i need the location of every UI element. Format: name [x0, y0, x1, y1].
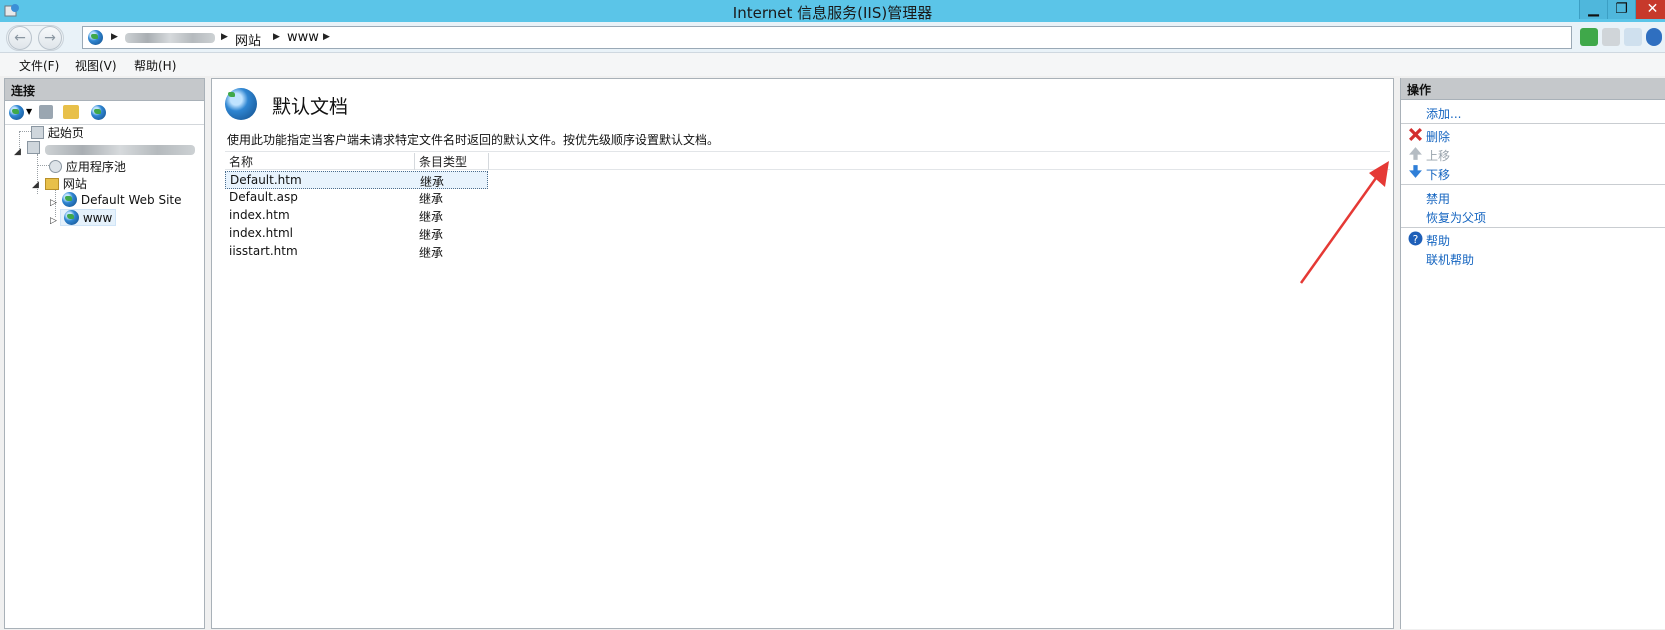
site-globe-icon	[64, 210, 79, 225]
list-item[interactable]: index.htm 继承	[225, 207, 488, 225]
divider	[1401, 123, 1665, 124]
divider	[1401, 227, 1665, 228]
tree-server-node[interactable]	[27, 141, 195, 155]
chevron-down-icon[interactable]: ▼	[26, 107, 32, 116]
action-help[interactable]: 帮助	[1426, 232, 1450, 249]
default-document-globe-icon	[225, 88, 257, 120]
menu-file[interactable]: 文件(F)	[19, 57, 59, 74]
tree-sites[interactable]: 网站	[45, 175, 87, 192]
connections-toolbar: ▼	[5, 101, 204, 125]
breadcrumb-arrow-icon[interactable]: ▶	[221, 32, 228, 42]
row-name: Default.asp	[229, 190, 298, 204]
action-remove[interactable]: 删除	[1426, 128, 1450, 145]
tree-start-page[interactable]: 起始页	[31, 124, 84, 141]
column-header-name[interactable]: 名称	[225, 153, 415, 170]
disconnect-icon[interactable]	[91, 105, 106, 120]
divider	[1401, 184, 1665, 185]
svg-text:?: ?	[1413, 233, 1419, 246]
tree-connector	[19, 131, 31, 132]
start-page-icon	[31, 126, 44, 139]
address-field[interactable]: ▶ ▶ 网站 ▶ www ▶	[82, 26, 1572, 49]
menu-bar: 文件(F) 视图(V) 帮助(H)	[0, 53, 1665, 76]
home-icon[interactable]	[1624, 28, 1642, 46]
save-icon[interactable]	[39, 105, 53, 119]
action-disable[interactable]: 禁用	[1426, 190, 1450, 207]
feature-description: 使用此功能指定当客户端未请求特定文件名时返回的默认文件。按优先级顺序设置默认文档…	[227, 133, 720, 147]
list-item[interactable]: Default.asp 继承	[225, 189, 488, 207]
annotation-arrow	[1299, 161, 1389, 284]
list-item[interactable]: index.html 继承	[225, 225, 488, 243]
row-name: iisstart.htm	[229, 244, 298, 258]
server-icon	[27, 141, 40, 154]
minimize-button[interactable]: ▁	[1579, 0, 1607, 19]
forward-button[interactable]: →	[38, 26, 62, 50]
help-icon: ?	[1408, 231, 1423, 246]
restore-button[interactable]: ❐	[1607, 0, 1635, 19]
breadcrumb-www[interactable]: www	[287, 30, 319, 45]
connections-pane: 连接 ▼ 起始页 ◢ 应用程序池 ◢ 网站 ▷ Default Web Site…	[4, 78, 205, 629]
close-button[interactable]: ✕	[1635, 0, 1665, 19]
server-name-redacted	[45, 145, 195, 155]
row-type: 继承	[419, 210, 444, 224]
stop-icon[interactable]	[1602, 28, 1620, 46]
menu-help[interactable]: 帮助(H)	[134, 57, 176, 74]
action-revert-to-parent[interactable]: 恢复为父项	[1426, 209, 1486, 226]
server-name-redacted[interactable]	[125, 33, 215, 43]
globe-icon	[88, 30, 103, 45]
row-type: 继承	[419, 246, 444, 260]
move-down-icon	[1409, 165, 1422, 178]
page-title: 默认文档	[272, 96, 349, 118]
row-type: 继承	[420, 175, 445, 189]
move-up-icon	[1409, 147, 1422, 160]
action-move-down[interactable]: 下移	[1426, 166, 1450, 183]
row-name: index.htm	[229, 208, 290, 222]
action-add[interactable]: 添加...	[1426, 105, 1461, 122]
actions-pane: 操作 添加... 删除 上移 下移 禁用 恢复为父项 ? 帮助 联机帮助	[1400, 78, 1665, 629]
tree-default-web-site[interactable]: Default Web Site	[62, 192, 182, 207]
sites-folder-icon	[45, 178, 59, 190]
refresh-icon[interactable]	[1580, 28, 1598, 46]
breadcrumb-arrow-icon[interactable]: ▶	[111, 32, 118, 42]
action-move-up[interactable]: 上移	[1426, 147, 1450, 164]
row-name: index.html	[229, 226, 293, 240]
column-header-entry-type[interactable]: 条目类型	[415, 153, 489, 170]
connect-icon[interactable]	[9, 105, 24, 120]
menu-view[interactable]: 视图(V)	[75, 57, 117, 74]
folder-up-icon[interactable]	[63, 105, 79, 119]
row-name: Default.htm	[230, 173, 302, 187]
expand-arrow-icon[interactable]: ▷	[50, 216, 57, 226]
delete-icon	[1409, 128, 1422, 141]
tree-connector	[37, 165, 49, 166]
connections-header: 连接	[5, 79, 204, 101]
address-bar: ← → ▶ ▶ 网站 ▶ www ▶	[0, 22, 1665, 53]
row-type: 继承	[419, 228, 444, 242]
tree-app-pools[interactable]: 应用程序池	[49, 158, 126, 175]
breadcrumb-sites[interactable]: 网站	[235, 30, 261, 49]
actions-header: 操作	[1401, 78, 1665, 100]
action-online-help[interactable]: 联机帮助	[1426, 251, 1474, 268]
row-type: 继承	[419, 192, 444, 206]
back-button[interactable]: ←	[8, 26, 32, 50]
expand-arrow-icon[interactable]: ▷	[50, 198, 57, 208]
breadcrumb-arrow-icon[interactable]: ▶	[323, 32, 330, 42]
window-title: Internet 信息服务(IIS)管理器	[732, 4, 933, 22]
title-bar: Internet 信息服务(IIS)管理器 ▁ ❐ ✕	[0, 0, 1665, 22]
app-pool-icon	[49, 160, 62, 173]
collapse-arrow-icon[interactable]: ◢	[14, 147, 21, 157]
default-documents-list[interactable]: 名称 条目类型 Default.htm 继承 Default.asp 继承 in…	[225, 151, 1390, 630]
help-icon[interactable]	[1646, 28, 1662, 46]
list-header: 名称 条目类型	[225, 152, 1390, 170]
tree-www[interactable]: www	[60, 209, 117, 226]
collapse-arrow-icon[interactable]: ◢	[32, 180, 39, 190]
breadcrumb-arrow-icon[interactable]: ▶	[273, 32, 280, 42]
list-item[interactable]: iisstart.htm 继承	[225, 243, 488, 261]
list-item[interactable]: Default.htm 继承	[225, 171, 488, 189]
feature-pane: 默认文档 使用此功能指定当客户端未请求特定文件名时返回的默认文件。按优先级顺序设…	[211, 78, 1394, 629]
site-globe-icon	[62, 192, 77, 207]
